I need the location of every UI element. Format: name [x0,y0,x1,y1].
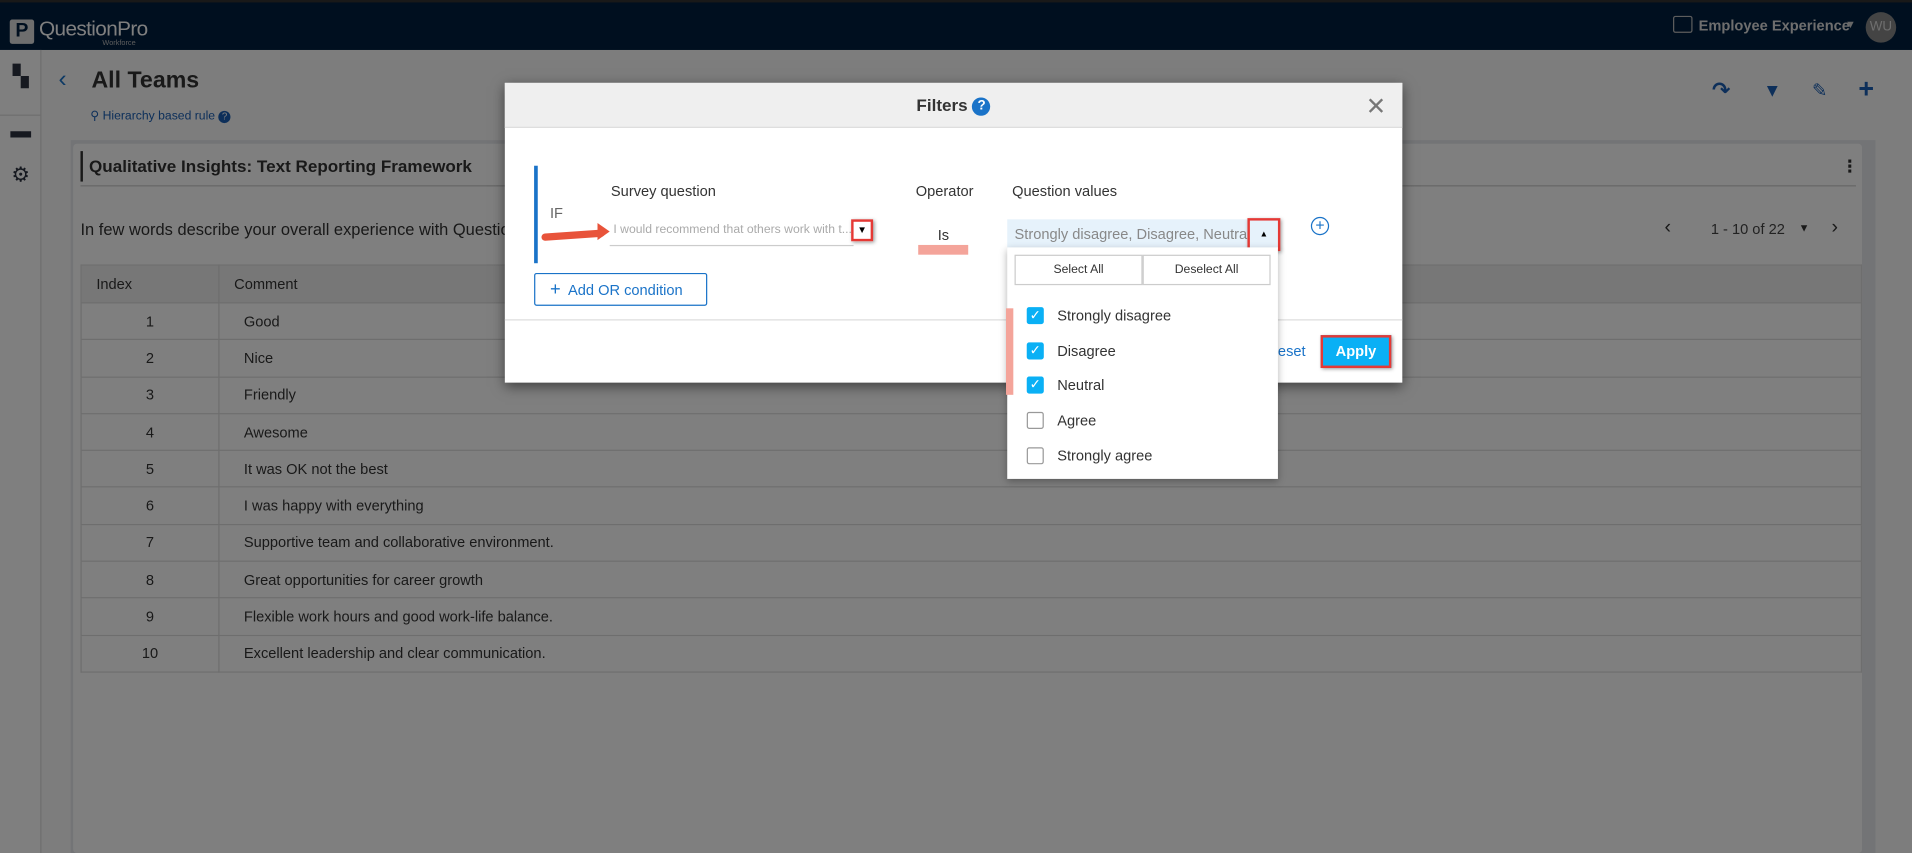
option-label: Disagree [1057,342,1116,360]
apply-button[interactable]: Apply [1320,335,1392,369]
question-values-label: Question values [1012,182,1118,200]
select-all-button[interactable]: Select All [1014,254,1143,286]
option-label: Strongly disagree [1057,307,1172,325]
arrow-annotation [541,229,606,242]
checkbox[interactable]: ✓ [1026,342,1044,360]
option-item[interactable]: ✓ Strongly disagree [1026,303,1172,327]
option-item[interactable]: Agree [1026,408,1097,432]
option-label: Neutral [1057,377,1105,395]
operator-value[interactable]: Is [938,227,949,244]
survey-question-select[interactable]: I would recommend that others work with … [609,217,854,247]
checkbox[interactable] [1026,446,1044,465]
help-icon[interactable]: ? [972,97,991,116]
if-label: IF [549,204,563,222]
add-condition-icon[interactable]: + [1310,217,1330,236]
checkbox[interactable]: ✓ [1026,377,1044,395]
arrow-head [597,223,610,241]
option-label: Agree [1057,412,1097,430]
highlight-annotation [918,244,969,255]
option-item[interactable]: ✓ Disagree [1026,338,1116,362]
reset-button[interactable]: eset [1278,342,1306,359]
question-values-select[interactable]: Strongly disagree, Disagree, Neutral [1007,219,1250,249]
checkbox[interactable]: ✓ [1026,307,1044,325]
modal-title: Filters [916,95,968,115]
checkbox[interactable] [1026,412,1044,430]
option-item[interactable]: ✓ Neutral [1026,373,1105,397]
close-icon[interactable]: ✕ [1366,91,1386,121]
question-values-dropdown: Select All Deselect All ✓ Strongly disagr… [1006,247,1278,479]
deselect-all-button[interactable]: Deselect All [1142,254,1271,286]
plus-icon: + [549,279,561,300]
highlight-annotation [1006,308,1014,395]
survey-question-label: Survey question [610,182,716,200]
option-label: Strongly agree [1057,446,1153,465]
add-or-label: Add OR condition [567,281,683,299]
add-or-condition-button[interactable]: + Add OR condition [534,272,708,306]
option-item[interactable]: Strongly agree [1026,443,1153,467]
question-values-dropdown-button[interactable]: ▲ [1247,218,1281,252]
survey-question-dropdown-button[interactable]: ▼ [851,219,874,242]
operator-label: Operator [915,182,974,200]
